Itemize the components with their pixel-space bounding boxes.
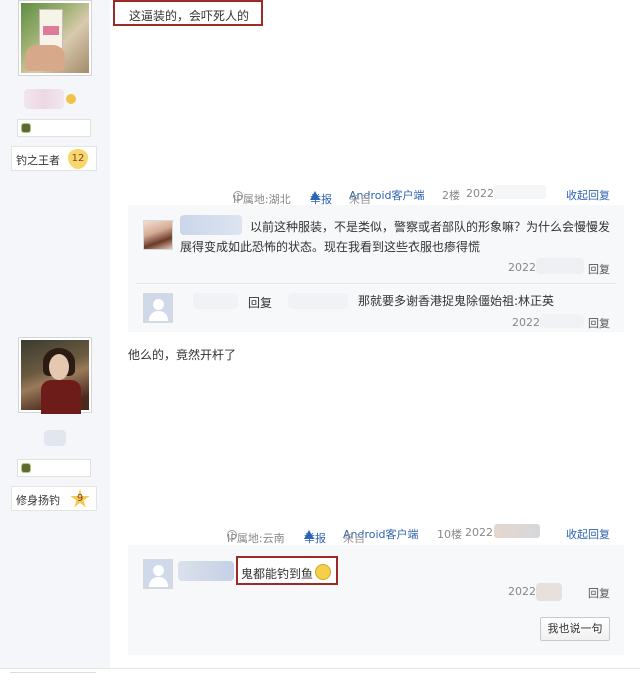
floor-number: 10楼 xyxy=(437,528,462,541)
help-icon[interactable]: ? xyxy=(233,191,243,201)
comment-content-highlight: 鬼都能钓到鱼 xyxy=(236,556,338,585)
user-icon-bar xyxy=(17,119,91,137)
commenter-name-blurred[interactable] xyxy=(178,561,234,581)
member-icon xyxy=(21,463,31,473)
comment-reply-link[interactable]: 回复 xyxy=(588,261,610,277)
avatar-image xyxy=(21,340,89,414)
comment-time-blurred xyxy=(536,583,562,601)
comment-date: 2022 xyxy=(508,261,536,274)
comment-text: 那就要多谢香港捉鬼除僵始祖:林正英 xyxy=(358,294,555,308)
comment-reply-link[interactable]: 回复 xyxy=(588,315,610,331)
default-avatar-icon[interactable] xyxy=(143,293,173,323)
badge-title: 钓之王者 xyxy=(16,154,60,167)
avatar[interactable] xyxy=(18,337,92,414)
floor-number: 2楼 xyxy=(442,189,460,202)
default-avatar-icon[interactable] xyxy=(143,559,173,589)
post-date: 2022 xyxy=(465,526,493,539)
avatar-image xyxy=(21,3,89,73)
client-source[interactable]: 来自 Android客户端 xyxy=(349,187,425,206)
avatar-cigarette-pack xyxy=(39,9,63,49)
comment-list: 以前这种服装，不是类似，警察或者部队的形象嘛？为什么会慢慢发展得变成如此恐怖的状… xyxy=(128,205,624,332)
comment-separator xyxy=(136,283,616,284)
collapse-replies-link[interactable]: 收起回复 xyxy=(566,526,610,542)
smile-icon xyxy=(66,94,76,104)
comment-text: 以前这种服装，不是类似，警察或者部队的形象嘛？为什么会慢慢发展得变成如此恐怖的状… xyxy=(180,220,611,254)
commenter-name-blurred[interactable] xyxy=(193,293,238,309)
commenter-avatar[interactable] xyxy=(143,220,173,250)
reply-to-label: 回复 xyxy=(248,296,273,310)
comment-reply-link[interactable]: 回复 xyxy=(588,585,610,601)
post-content-highlight: 这逼装的，会吓死人的 xyxy=(113,0,263,26)
level-star-icon: 9 xyxy=(70,489,90,508)
post-meta-bar: IP属地:湖北 ? 举报 来自 Android客户端 2楼 2022 收起回复 xyxy=(233,185,610,206)
comment-date: 2022 xyxy=(512,316,540,329)
help-icon[interactable]: ? xyxy=(227,530,237,540)
comment-text: 鬼都能钓到鱼 xyxy=(241,567,314,581)
avatar-hand xyxy=(25,45,65,71)
user-level-badge[interactable]: 修身扬钓 9 xyxy=(11,486,97,511)
user-level-badge[interactable]: 钓之王者 12 xyxy=(11,146,97,171)
client-source[interactable]: 来自 Android客户端 xyxy=(343,526,419,545)
divider xyxy=(0,668,640,669)
timestamp-blurred xyxy=(494,185,546,199)
level-heart-icon: 12 xyxy=(68,149,88,169)
say-one-button[interactable]: 我也说一句 xyxy=(540,617,610,641)
member-icon xyxy=(21,123,31,133)
post-content-text: 这逼装的，会吓死人的 xyxy=(129,9,250,23)
post-content-text: 他么的，竟然开杆了 xyxy=(128,348,237,362)
post-date: 2022 xyxy=(466,187,494,200)
collapse-replies-link[interactable]: 收起回复 xyxy=(566,187,610,203)
next-post-fragment xyxy=(10,672,96,687)
comment-date: 2022 xyxy=(508,585,536,598)
badge-title: 修身扬钓 xyxy=(16,494,60,507)
username-blurred[interactable] xyxy=(24,89,64,109)
user-icon-bar xyxy=(17,459,91,477)
smile-emoji-icon xyxy=(315,564,332,580)
reply-target-blurred[interactable] xyxy=(288,293,348,309)
timestamp-blurred xyxy=(494,524,540,538)
post-meta-bar: IP属地:云南 ? 举报 来自 Android客户端 10楼 2022 收起回复 xyxy=(227,524,610,545)
avatar[interactable] xyxy=(18,0,92,76)
comment-time-blurred xyxy=(536,258,584,274)
comment-time-blurred xyxy=(540,314,584,328)
username-blurred[interactable] xyxy=(44,430,66,446)
